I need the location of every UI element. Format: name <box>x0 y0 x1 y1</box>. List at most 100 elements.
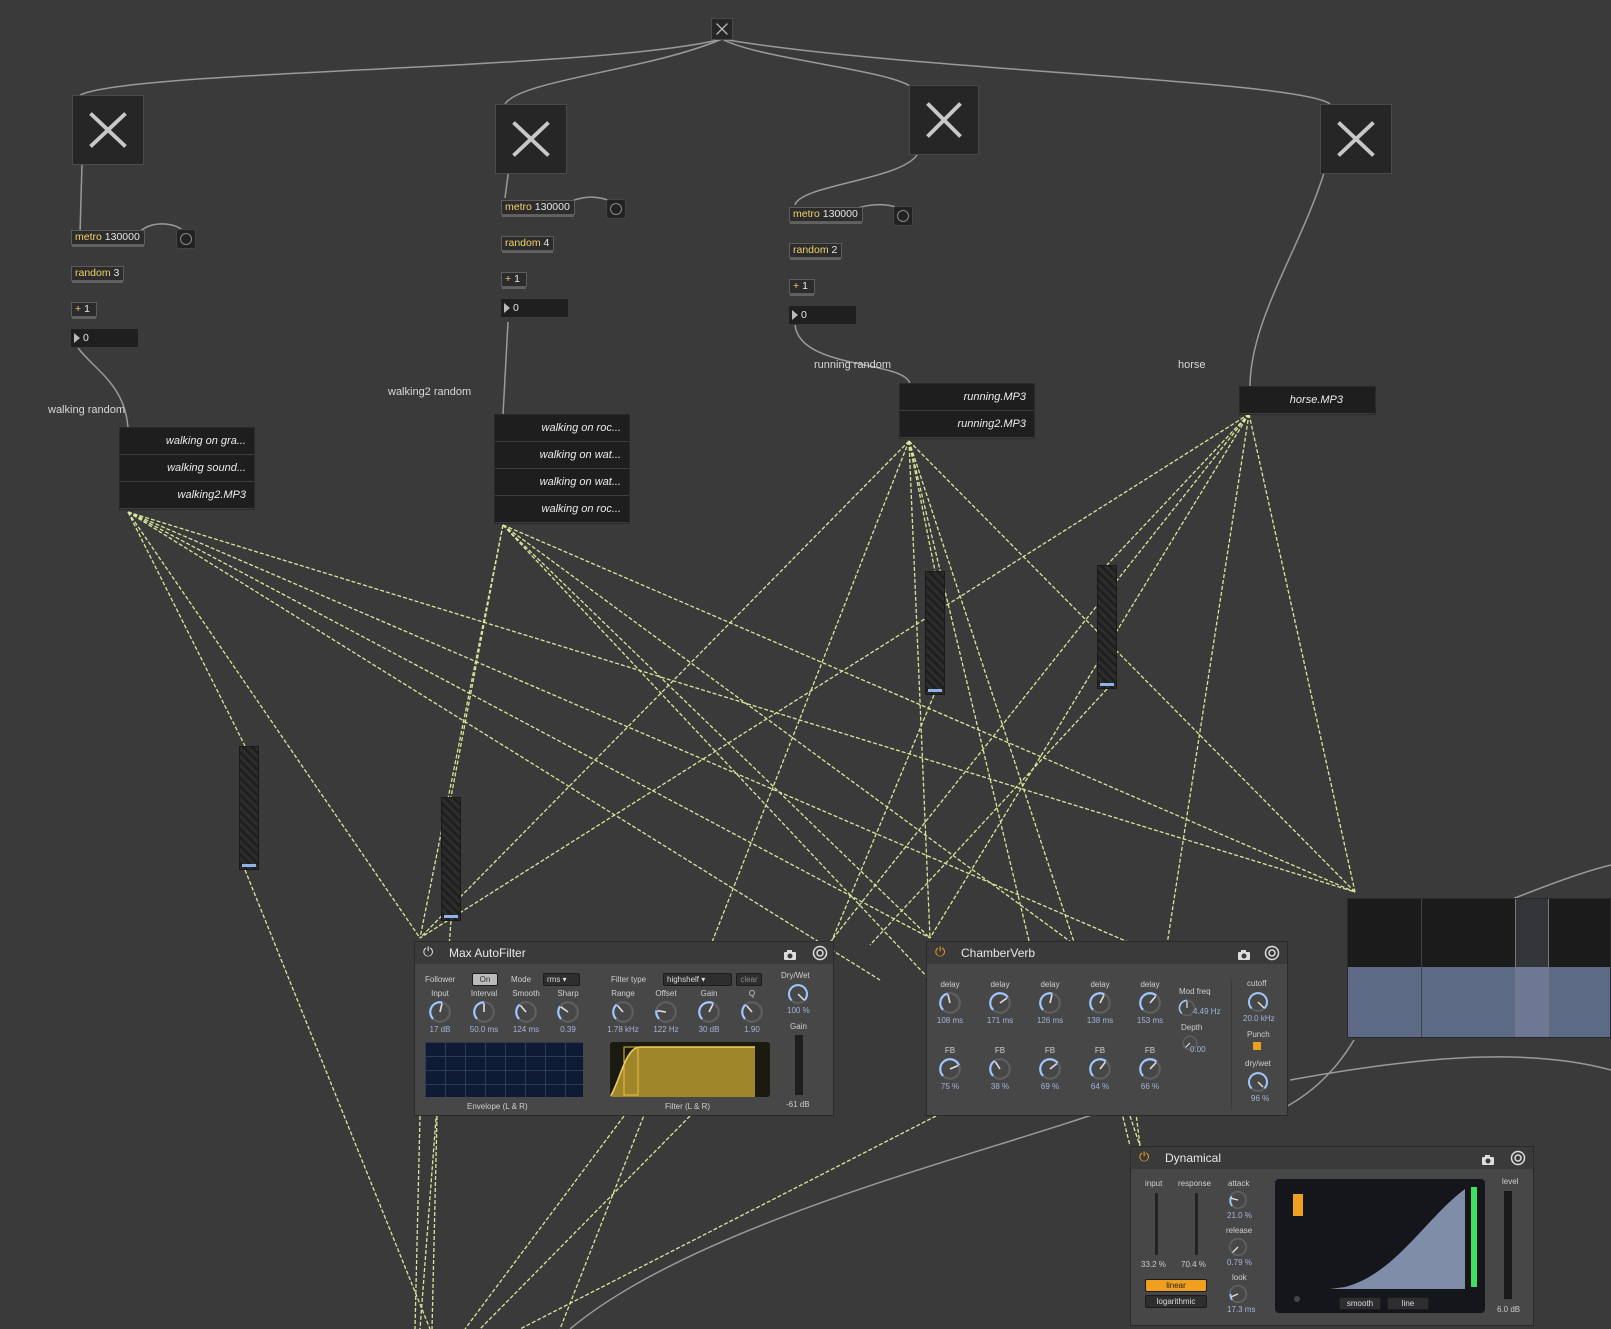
bang-button[interactable] <box>606 199 626 219</box>
knob[interactable] <box>610 999 636 1025</box>
bang-button[interactable] <box>176 229 196 249</box>
playlist-item[interactable]: walking2.MP3 <box>120 482 254 509</box>
knob[interactable] <box>1037 990 1063 1016</box>
bang-button[interactable] <box>893 206 913 226</box>
hotswap-icon[interactable] <box>1264 945 1280 961</box>
random-object[interactable]: random 2 <box>789 243 842 260</box>
knob[interactable] <box>987 1056 1013 1082</box>
power-icon[interactable]: ⏻ <box>1139 1150 1153 1164</box>
knob-value: 124 ms <box>512 1025 540 1034</box>
master-toggle[interactable] <box>711 18 733 40</box>
hotswap-icon[interactable] <box>1510 1150 1526 1166</box>
toggle-walking[interactable] <box>72 95 144 165</box>
metro-object[interactable]: metro 130000 <box>501 200 575 217</box>
knob[interactable] <box>987 990 1013 1016</box>
knob[interactable] <box>555 999 581 1025</box>
playlist-walking[interactable]: walking on gra... walking sound... walki… <box>119 427 255 510</box>
knob-label: Interval <box>470 989 498 998</box>
playlist-item[interactable]: walking on wat... <box>495 469 629 496</box>
look-knob[interactable] <box>1227 1283 1249 1305</box>
plus-object[interactable]: + 1 <box>71 302 97 319</box>
playlist-running[interactable]: running.MP3 running2.MP3 <box>899 383 1035 439</box>
toggle-horse[interactable] <box>1320 104 1392 174</box>
object-name: random <box>505 237 541 249</box>
plus-object[interactable]: + 1 <box>501 272 527 289</box>
knob[interactable] <box>937 1056 963 1082</box>
knob[interactable] <box>937 990 963 1016</box>
knob[interactable] <box>739 999 765 1025</box>
knob[interactable] <box>653 999 679 1025</box>
attack-knob[interactable] <box>1227 1189 1249 1211</box>
toggle-walking2[interactable] <box>495 104 567 174</box>
camera-icon[interactable] <box>1481 1151 1495 1165</box>
toggle-running[interactable] <box>909 85 979 155</box>
camera-icon[interactable] <box>783 946 797 960</box>
punch-toggle[interactable] <box>1253 1042 1261 1050</box>
camera-icon[interactable] <box>1237 946 1251 960</box>
level-meter[interactable] <box>1504 1191 1512 1299</box>
signal-cord <box>244 869 431 1329</box>
comment-walking2: walking2 random <box>388 386 472 398</box>
playlist-item[interactable]: running.MP3 <box>900 384 1034 411</box>
playlist-horse[interactable]: horse.MP3 <box>1239 386 1376 415</box>
gain-slider[interactable] <box>239 746 259 870</box>
drywet-value: 100 % <box>787 1006 810 1015</box>
gain-slider[interactable] <box>1097 565 1117 689</box>
input-fader[interactable] <box>1155 1193 1158 1255</box>
metro-object[interactable]: metro 130000 <box>71 230 145 247</box>
number-box[interactable]: 0 <box>501 299 568 317</box>
playlist-item[interactable]: walking on roc... <box>495 496 629 523</box>
power-icon[interactable]: ⏻ <box>423 945 437 959</box>
gain-slider[interactable] <box>441 797 461 921</box>
clear-button[interactable]: clear <box>736 973 762 986</box>
drywet-knob[interactable] <box>786 982 810 1006</box>
plus-object[interactable]: + 1 <box>789 279 815 296</box>
gain-fader[interactable] <box>795 1035 803 1095</box>
knob-label: Sharp <box>557 989 579 998</box>
knob[interactable] <box>471 999 497 1025</box>
knob[interactable] <box>1037 1056 1063 1082</box>
knob[interactable] <box>513 999 539 1025</box>
number-box[interactable]: 0 <box>71 329 138 347</box>
random-object[interactable]: random 3 <box>71 266 124 283</box>
filter-type-dropdown[interactable]: highshelf ▾ <box>663 973 732 986</box>
gain-slider[interactable] <box>925 571 945 695</box>
playlist-item[interactable]: walking sound... <box>120 455 254 482</box>
mode-dropdown[interactable]: rms ▾ <box>543 973 580 986</box>
playlist-item[interactable]: walking on wat... <box>495 442 629 469</box>
knob-label: Range <box>611 989 635 998</box>
metro-object[interactable]: metro 130000 <box>789 207 863 224</box>
signal-cord <box>127 511 246 747</box>
playlist-walking2[interactable]: walking on roc... walking on wat... walk… <box>494 414 630 524</box>
playlist-item[interactable]: walking on roc... <box>495 415 629 442</box>
knob[interactable] <box>1137 990 1163 1016</box>
playlist-item[interactable]: walking on gra... <box>120 428 254 455</box>
response-fader[interactable] <box>1195 1193 1198 1255</box>
release-knob[interactable] <box>1227 1236 1249 1258</box>
knob[interactable] <box>427 999 453 1025</box>
logarithmic-button[interactable]: logarithmic <box>1145 1295 1207 1308</box>
knob[interactable] <box>1137 1056 1163 1082</box>
object-arg: 2 <box>831 244 838 256</box>
linear-button[interactable]: linear <box>1145 1279 1207 1292</box>
smooth-button[interactable]: smooth <box>1339 1297 1381 1310</box>
filter-label: Filter (L & R) <box>665 1102 711 1111</box>
filter-type-value: highshelf <box>667 975 700 984</box>
object-arg: 130000 <box>104 231 140 243</box>
waveform-display[interactable] <box>1347 898 1611 1038</box>
object-name: random <box>75 267 111 279</box>
random-object[interactable]: random 4 <box>501 236 554 253</box>
hotswap-icon[interactable] <box>812 945 828 961</box>
number-box[interactable]: 0 <box>789 306 856 324</box>
drywet-knob[interactable] <box>1246 1070 1270 1094</box>
power-icon[interactable]: ⏻ <box>935 945 949 959</box>
knob[interactable] <box>696 999 722 1025</box>
playlist-item[interactable]: horse.MP3 <box>1240 387 1375 414</box>
line-button[interactable]: line <box>1387 1297 1429 1310</box>
cutoff-knob[interactable] <box>1246 990 1270 1014</box>
object-arg: 4 <box>543 237 550 249</box>
follower-toggle[interactable]: On <box>472 973 498 986</box>
knob[interactable] <box>1087 1056 1113 1082</box>
playlist-item[interactable]: running2.MP3 <box>900 411 1034 438</box>
knob[interactable] <box>1087 990 1113 1016</box>
